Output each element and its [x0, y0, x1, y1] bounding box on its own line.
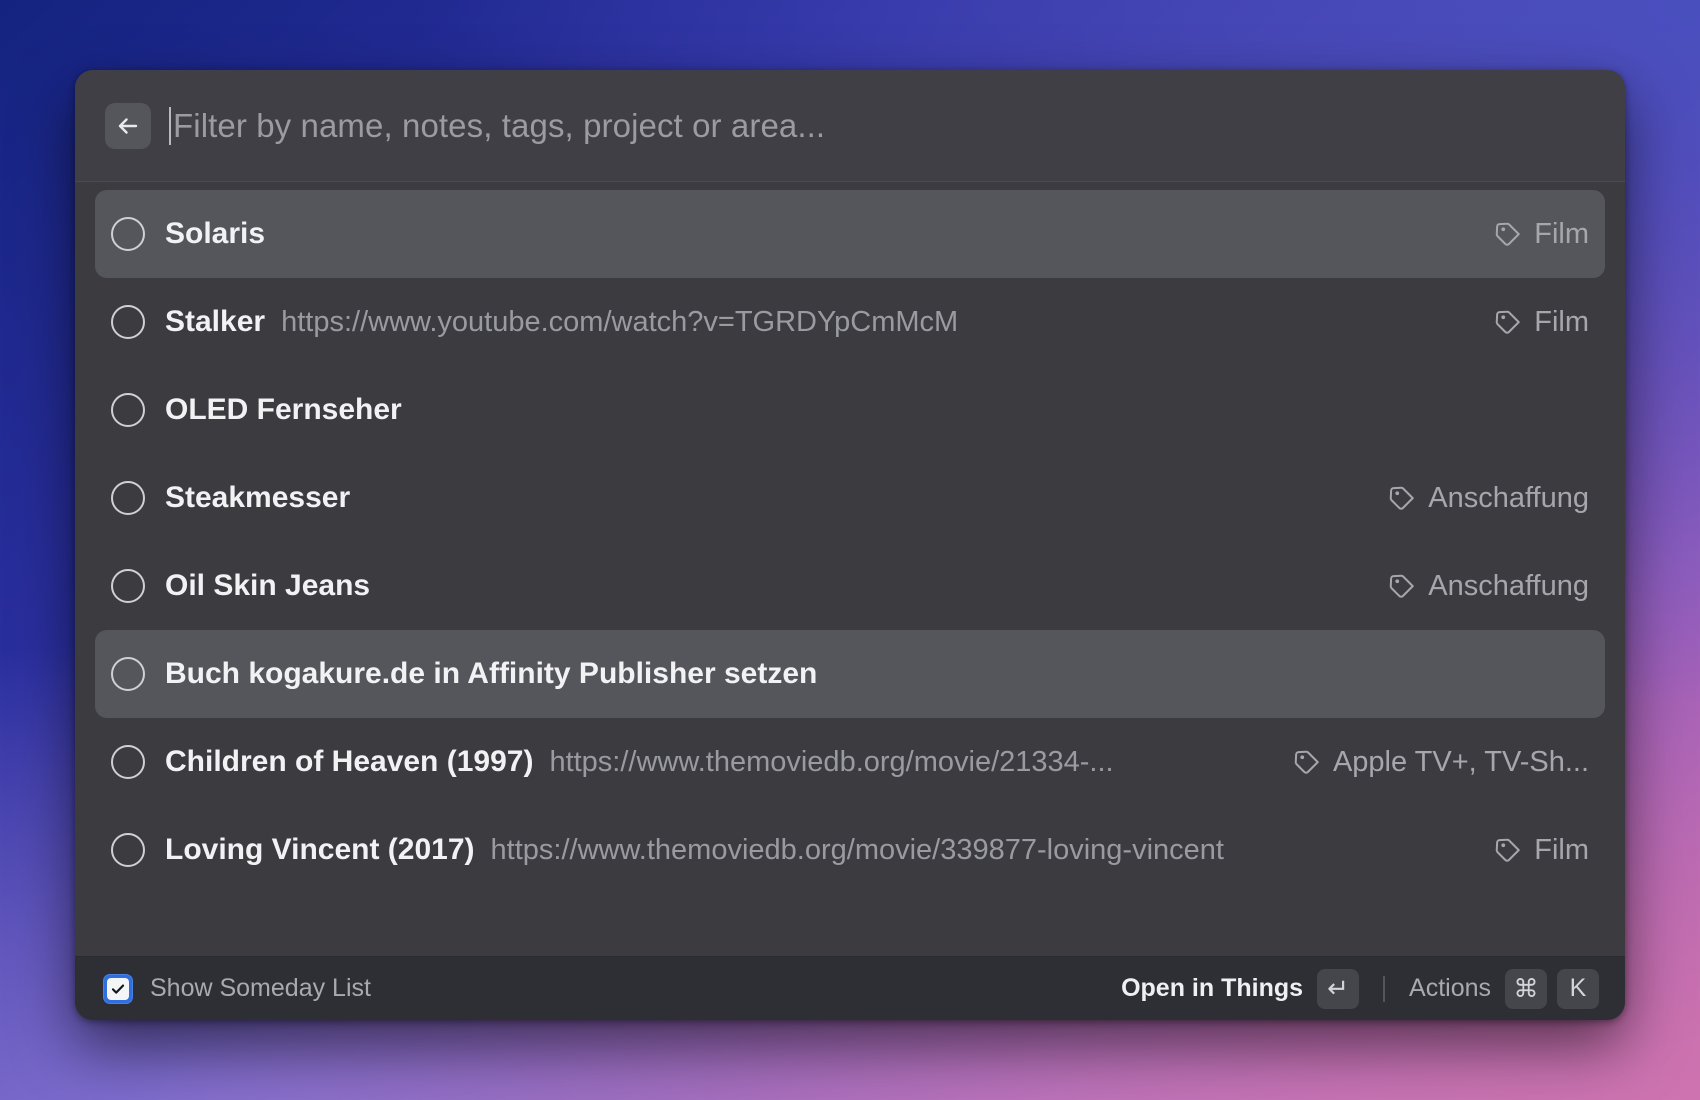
- tag-icon: [1493, 307, 1534, 337]
- show-someday-label: Show Someday List: [150, 974, 371, 1003]
- tag-label: Apple TV+, TV-Sh...: [1333, 746, 1589, 779]
- list-item[interactable]: Loving Vincent (2017) https://www.themovi…: [95, 806, 1605, 894]
- list-item-title: Stalker: [165, 305, 265, 339]
- list-item-content: Stalker https://www.youtube.com/watch?v=T…: [165, 305, 1471, 339]
- list-item[interactable]: Solaris Film: [95, 190, 1605, 278]
- list-item-title: Solaris: [165, 217, 265, 251]
- list-item-content: Buch kogakure.de in Affinity Publisher s…: [165, 657, 1589, 691]
- results-list[interactable]: Solaris Film Stalker https://www.youtube.co…: [75, 182, 1625, 956]
- list-item-subtitle: https://www.youtube.com/watch?v=TGRDYpCm…: [281, 306, 958, 339]
- list-item-content: OLED Fernseher: [165, 393, 1589, 427]
- circle-checkbox-icon[interactable]: [111, 217, 145, 251]
- checkmark-icon: [107, 978, 129, 1000]
- k-key-badge[interactable]: K: [1557, 969, 1599, 1009]
- list-item-tag: Film: [1493, 834, 1589, 867]
- list-item-title: Steakmesser: [165, 481, 350, 515]
- list-item-tag: Apple TV+, TV-Sh...: [1292, 746, 1589, 779]
- tag-label: Anschaffung: [1428, 482, 1589, 515]
- list-item[interactable]: Children of Heaven (1997) https://www.the…: [95, 718, 1605, 806]
- arrow-left-icon: [115, 113, 141, 139]
- list-item-tag: Film: [1493, 218, 1589, 251]
- list-item-content: Oil Skin Jeans: [165, 569, 1365, 603]
- list-item-content: Solaris: [165, 217, 1471, 251]
- list-item[interactable]: Buch kogakure.de in Affinity Publisher s…: [95, 630, 1605, 718]
- actions-action[interactable]: Actions ⌘ K: [1409, 969, 1599, 1009]
- tag-icon: [1493, 835, 1534, 865]
- footer-bar: Show Someday List Open in Things ↵ Actio…: [75, 956, 1625, 1020]
- circle-checkbox-icon[interactable]: [111, 833, 145, 867]
- circle-checkbox-icon[interactable]: [111, 657, 145, 691]
- list-item-title: Children of Heaven (1997): [165, 745, 533, 779]
- list-item-content: Children of Heaven (1997) https://www.the…: [165, 745, 1270, 779]
- circle-checkbox-icon[interactable]: [111, 745, 145, 779]
- circle-checkbox-icon[interactable]: [111, 481, 145, 515]
- tag-icon: [1387, 483, 1428, 513]
- search-bar: Filter by name, notes, tags, project or …: [75, 70, 1625, 182]
- tag-label: Film: [1534, 834, 1589, 867]
- list-item-title: Oil Skin Jeans: [165, 569, 370, 603]
- list-item-tag: Anschaffung: [1387, 570, 1589, 603]
- list-item-content: Loving Vincent (2017) https://www.themovi…: [165, 833, 1471, 867]
- list-item[interactable]: Steakmesser Anschaffung: [95, 454, 1605, 542]
- tag-icon: [1292, 747, 1333, 777]
- open-in-things-action[interactable]: Open in Things ↵: [1121, 969, 1359, 1009]
- list-item[interactable]: OLED Fernseher: [95, 366, 1605, 454]
- list-item-title: Buch kogakure.de in Affinity Publisher s…: [165, 657, 817, 691]
- tag-label: Film: [1534, 218, 1589, 251]
- search-window: Filter by name, notes, tags, project or …: [75, 70, 1625, 1020]
- circle-checkbox-icon[interactable]: [111, 569, 145, 603]
- tag-label: Film: [1534, 306, 1589, 339]
- search-input[interactable]: Filter by name, notes, tags, project or …: [173, 107, 1603, 145]
- open-in-things-label: Open in Things: [1121, 974, 1303, 1003]
- list-item-subtitle: https://www.themoviedb.org/movie/339877-…: [491, 834, 1224, 867]
- tag-icon: [1387, 571, 1428, 601]
- list-item-title: OLED Fernseher: [165, 393, 402, 427]
- back-button[interactable]: [105, 103, 151, 149]
- list-item[interactable]: Oil Skin Jeans Anschaffung: [95, 542, 1605, 630]
- list-item[interactable]: Stalker https://www.youtube.com/watch?v=T…: [95, 278, 1605, 366]
- tag-icon: [1493, 219, 1534, 249]
- list-item-tag: Anschaffung: [1387, 482, 1589, 515]
- search-field-wrapper[interactable]: Filter by name, notes, tags, project or …: [169, 107, 1603, 145]
- list-item-content: Steakmesser: [165, 481, 1365, 515]
- circle-checkbox-icon[interactable]: [111, 393, 145, 427]
- actions-label: Actions: [1409, 974, 1491, 1003]
- text-caret: [169, 107, 171, 145]
- show-someday-checkbox[interactable]: [103, 974, 133, 1004]
- list-item-subtitle: https://www.themoviedb.org/movie/21334-.…: [549, 746, 1113, 779]
- circle-checkbox-icon[interactable]: [111, 305, 145, 339]
- list-item-tag: Film: [1493, 306, 1589, 339]
- list-item-title: Loving Vincent (2017): [165, 833, 475, 867]
- footer-divider: [1383, 976, 1385, 1002]
- command-key-badge[interactable]: ⌘: [1505, 969, 1547, 1009]
- enter-key-badge[interactable]: ↵: [1317, 969, 1359, 1009]
- tag-label: Anschaffung: [1428, 570, 1589, 603]
